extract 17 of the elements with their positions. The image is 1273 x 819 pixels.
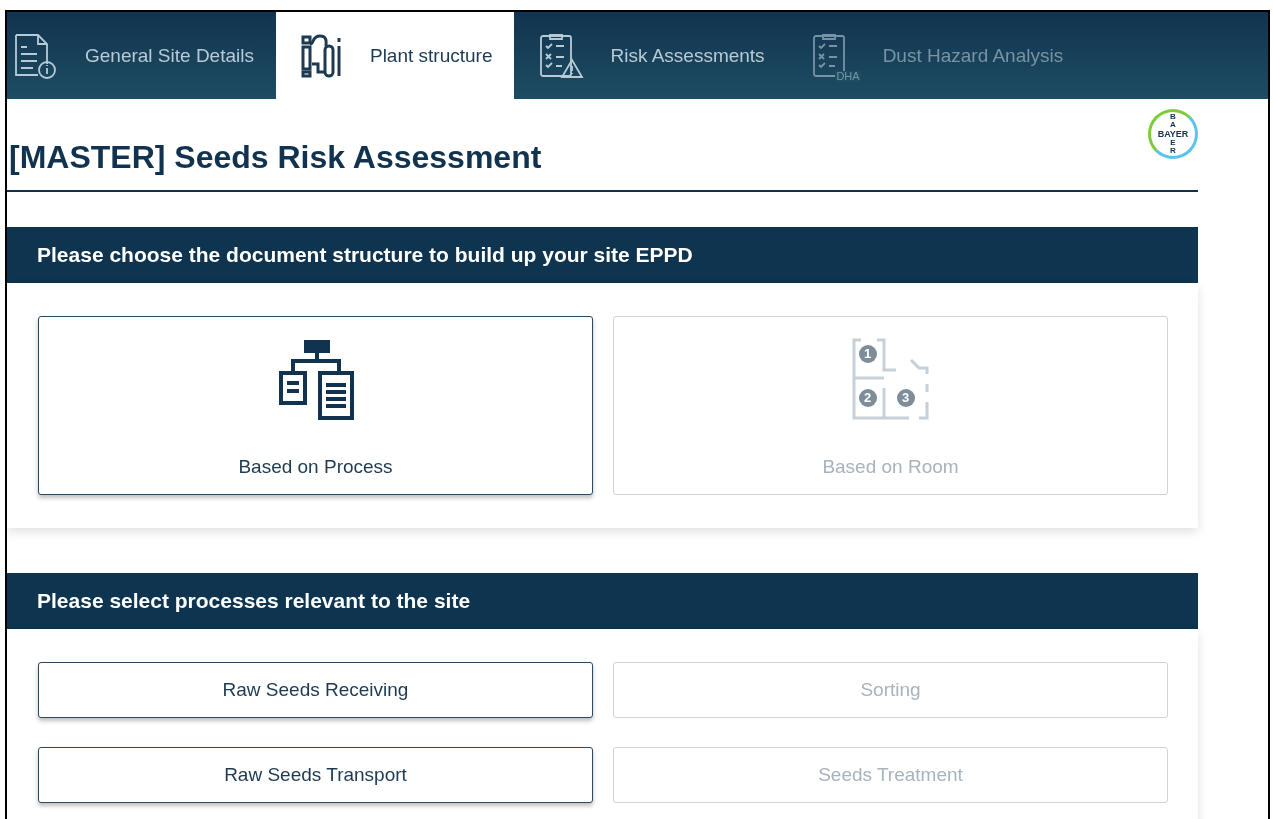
section-header: Please select processes relevant to the site [7,573,1198,629]
document-info-icon [13,31,59,80]
section-header: Please choose the document structure to build up your site EPPD [7,227,1198,283]
process-button[interactable]: Raw Seeds Receiving [38,662,593,718]
pipes-icon [299,33,344,78]
logo-text: ER [1169,139,1177,155]
structure-option[interactable]: 1 2 3 Based on Room [613,316,1168,495]
logo-text: BA [1169,113,1177,129]
tab[interactable]: Plant structure [275,12,515,99]
hierarchy-icon [277,340,354,420]
tab[interactable]: Risk Assessments [514,12,787,99]
structure-option[interactable]: Based on Process [38,316,593,495]
process-button[interactable]: Raw Seeds Transport [38,747,593,803]
tab[interactable]: General Site Details [7,12,276,99]
logo-text: BAYER [1157,129,1189,139]
checklist-warning-icon [538,31,585,80]
page-title: [MASTER] Seeds Risk Assessment [9,139,542,176]
